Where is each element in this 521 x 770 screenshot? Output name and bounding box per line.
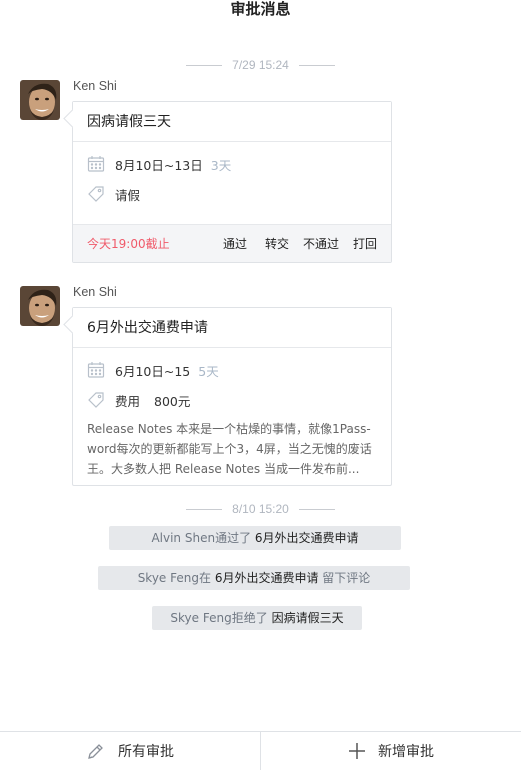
- notice-actor: Alvin Shen: [151, 531, 216, 545]
- tab-label: 新增审批: [378, 744, 434, 760]
- notice-target[interactable]: 6月外出交通费申请: [255, 531, 359, 545]
- return-button[interactable]: 打回: [353, 235, 377, 252]
- duration: 5天: [198, 363, 219, 379]
- card-footer: 今天19:00截止 通过 转交 不通过 打回: [73, 224, 391, 262]
- tab-new-approval[interactable]: 新增审批: [260, 732, 521, 770]
- approve-button[interactable]: 通过: [223, 235, 247, 252]
- date-row: 6月10日~15 5天: [87, 355, 377, 385]
- description-text: Release Notes 本来是一个枯燥的事情，就像1Pass-word每次的…: [87, 422, 372, 476]
- tag-icon: [87, 391, 105, 409]
- notice-item[interactable]: Alvin Shen通过了 6月外出交通费申请: [109, 526, 401, 550]
- tab-all-approvals[interactable]: 所有审批: [0, 732, 260, 770]
- time-divider: 8/10 15:20: [0, 501, 521, 517]
- timestamp: 8/10 15:20: [232, 502, 289, 516]
- deadline-text: 今天19:00截止: [87, 237, 170, 251]
- bottom-tab-bar: 所有审批 新增审批: [0, 731, 521, 770]
- card-title: 因病请假三天: [73, 102, 391, 142]
- date-range: 8月10日~13日: [115, 157, 203, 173]
- notice-verb: 拒绝了: [231, 611, 268, 625]
- tag-icon: [87, 185, 105, 203]
- card-title: 6月外出交通费申请: [73, 308, 391, 348]
- reject-button[interactable]: 不通过: [303, 235, 339, 252]
- tab-label: 所有审批: [118, 744, 174, 760]
- duration: 3天: [210, 157, 232, 173]
- date-range: 6月10日~15: [115, 363, 191, 379]
- tag-label: 费用: [115, 393, 141, 409]
- sender-name: Ken Shi: [73, 285, 117, 299]
- avatar[interactable]: [20, 80, 60, 120]
- timestamp: 7/29 15:24: [232, 58, 289, 72]
- tag-row: 请假: [87, 179, 377, 209]
- amount: 800元: [154, 393, 191, 409]
- notice-target[interactable]: 因病请假三天: [272, 611, 344, 625]
- sender-name: Ken Shi: [73, 79, 117, 93]
- plus-icon: [348, 742, 366, 760]
- pen-icon: [86, 741, 106, 761]
- tag-row: 费用 800元: [87, 385, 377, 415]
- notice-verb: 通过了: [215, 531, 252, 545]
- time-divider: 7/29 15:24: [0, 57, 521, 73]
- calendar-icon: [87, 361, 105, 379]
- transfer-button[interactable]: 转交: [265, 235, 289, 252]
- notice-target[interactable]: 6月外出交通费申请: [215, 571, 319, 585]
- notice-item[interactable]: Skye Feng在 6月外出交通费申请 留下评论: [98, 566, 410, 590]
- notice-verb: 在: [198, 571, 211, 585]
- notice-actor: Skye Feng: [170, 611, 232, 625]
- date-row: 8月10日~13日 3天: [87, 149, 377, 179]
- calendar-icon: [87, 155, 105, 173]
- notice-suffix: 留下评论: [322, 571, 371, 585]
- notice-actor: Skye Feng: [137, 571, 199, 585]
- approval-card[interactable]: 6月外出交通费申请 6月10日~15 5天 费用 800元 Release No…: [72, 307, 392, 486]
- notice-item[interactable]: Skye Feng拒绝了 因病请假三天: [152, 606, 362, 630]
- page-title: 审批消息: [230, 0, 291, 18]
- avatar[interactable]: [20, 286, 60, 326]
- approval-card[interactable]: 因病请假三天 8月10日~13日 3天 请假 今天19:00截止 通过 转交 不…: [72, 101, 392, 263]
- tag-label: 请假: [115, 187, 141, 203]
